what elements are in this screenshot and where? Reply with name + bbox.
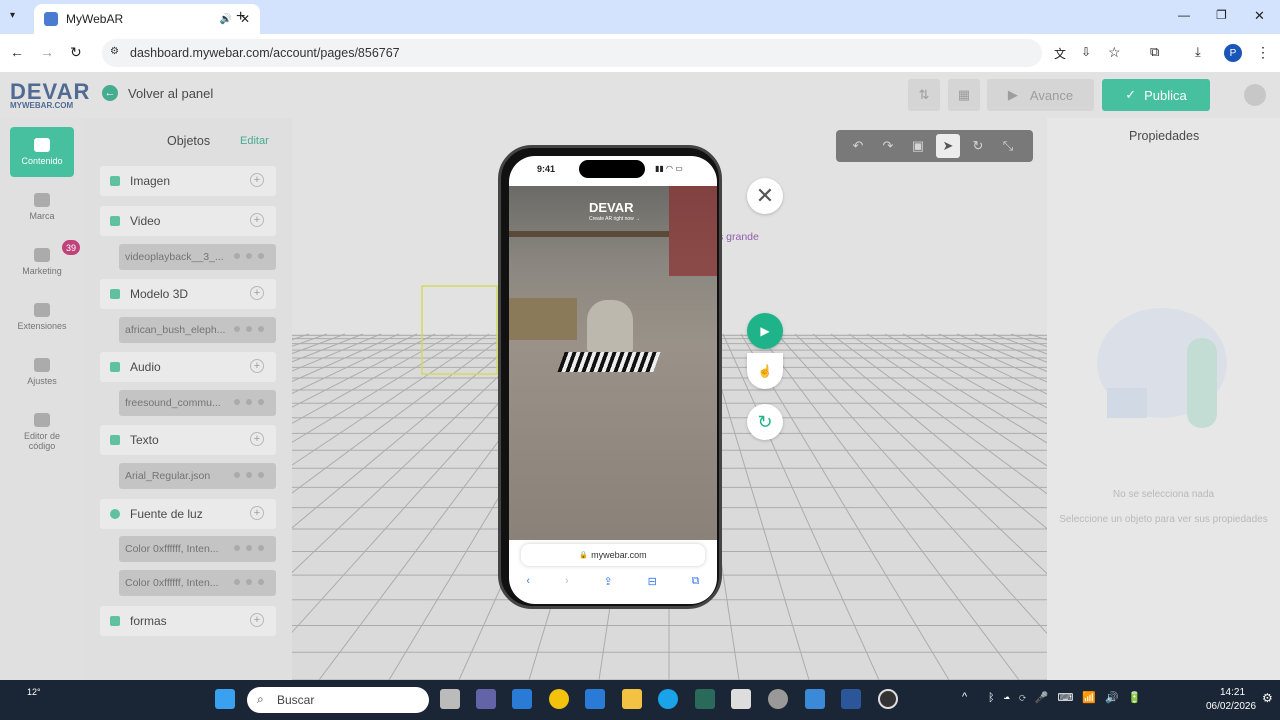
teams-icon[interactable] [476,689,496,709]
translate-icon[interactable]: 文 [1054,45,1066,62]
browser-tab-bar: ▾ MyWebAR 🔊 ✕ + — ❐ ✕ [0,0,1280,34]
tab-list-icon[interactable]: ▾ [10,10,15,21]
extensions-icon[interactable]: ⧉ [1150,44,1159,60]
outlook-icon[interactable] [512,689,532,709]
windows-start-icon[interactable] [215,689,235,709]
tab-title: MyWebAR [66,12,124,26]
lock-icon: 🔒 [579,552,589,559]
calendar-app-icon[interactable] [731,689,751,709]
video-thumbnail [509,298,577,340]
taskbar-search[interactable]: ⌕ Buscar [247,687,429,713]
elephant-model [587,300,633,354]
phone-browser-nav: ‹ › ⇪ ⊟ ⧉ [509,570,717,592]
tray-chevron-icon[interactable]: ^ [962,691,967,703]
phone-browser-bar[interactable]: 🔒 mywebar.com [521,544,705,566]
maximize-icon[interactable]: ❐ [1216,8,1227,22]
speaker-icon[interactable]: 🔊 [219,14,231,25]
phone-screen: 9:41 ▮▮ ◠ ▭ DEVAR Create AR right now → … [509,156,717,604]
reload-icon[interactable]: ↻ [70,44,82,61]
clock-date[interactable]: 06/02/2026 [1206,701,1256,712]
close-icon: ✕ [755,183,775,208]
dynamic-island [579,160,645,178]
clock-time[interactable]: 14:21 [1220,687,1245,698]
tabs-icon[interactable]: ⧉ [692,575,700,588]
search-icon: ⌕ [257,692,264,706]
site-info-icon[interactable]: ⚙ [110,46,119,57]
windows-taskbar: 12° ⌕ Buscar ^ ᛒ☁⟳🎤⌨📶🔊🔋 14:21 06/02/2026… [0,680,1280,720]
close-preview-button[interactable]: ✕ [747,178,783,214]
touch-mode-button[interactable]: ☝ [747,353,783,389]
site-favicon-icon [44,12,58,26]
chrome-icon[interactable] [549,689,569,709]
settings-gear-icon[interactable] [768,689,788,709]
search-placeholder: Buscar [277,693,315,707]
phone-preview: 9:41 ▮▮ ◠ ▭ DEVAR Create AR right now → … [498,145,722,609]
profile-avatar[interactable]: P [1224,44,1242,62]
file-explorer-icon[interactable] [622,689,642,709]
new-tab-icon[interactable]: + [236,8,245,26]
recorder-icon[interactable] [878,689,898,709]
notifications-icon[interactable]: ⚙ [1262,691,1273,705]
ar-camera-view[interactable]: DEVAR Create AR right now → [509,186,717,540]
video-camera-icon: ▶ [760,324,770,338]
book-icon[interactable]: ⊟ [648,575,657,588]
address-toolbar: ← → ↻ ⚙ dashboard.mywebar.com/account/pa… [0,34,1280,72]
reload-preview-button[interactable]: ↻ [747,404,783,440]
hand-pointer-icon: ☝ [757,364,773,378]
record-video-button[interactable]: ▶ [747,313,783,349]
url-text: dashboard.mywebar.com/account/pages/8567… [130,46,400,60]
browser-tab[interactable]: MyWebAR 🔊 ✕ [34,4,260,34]
back-arrow-icon[interactable]: ← [10,44,24,60]
photos-icon[interactable] [805,689,825,709]
minimize-icon[interactable]: — [1178,8,1190,22]
forward-arrow-icon[interactable]: → [40,44,54,60]
red-plant [669,186,717,276]
phone-url: mywebar.com [591,550,647,560]
phone-back-icon[interactable]: ‹ [526,575,530,587]
browser-menu-icon[interactable]: ⋮ [1256,44,1270,61]
phone-time: 9:41 [537,164,556,174]
downloads-icon[interactable]: ⤓ [1195,44,1201,60]
url-field[interactable]: ⚙ dashboard.mywebar.com/account/pages/85… [102,39,1042,67]
tray-icons[interactable]: ᛒ☁⟳🎤⌨📶🔊🔋 [988,691,1150,704]
bookmark-star-icon[interactable]: ☆ [1108,44,1121,61]
install-icon[interactable]: ⇩ [1081,45,1091,59]
ar-tagline-text: Create AR right now → [589,216,641,222]
store-icon[interactable] [585,689,605,709]
refresh-icon: ↻ [757,411,773,432]
screen-capture-icon[interactable] [695,689,715,709]
skype-icon[interactable] [658,689,678,709]
task-view-icon[interactable] [440,689,460,709]
share-icon[interactable]: ⇪ [603,575,612,588]
status-icons: ▮▮ ◠ ▭ [655,164,683,173]
close-window-icon[interactable]: ✕ [1254,8,1265,24]
ar-brand-text: DEVAR [589,200,634,215]
shelf [509,231,669,237]
qr-marker [557,352,661,372]
phone-forward-icon[interactable]: › [565,575,569,587]
weather-widget[interactable]: 12° [27,687,41,697]
word-icon[interactable] [841,689,861,709]
